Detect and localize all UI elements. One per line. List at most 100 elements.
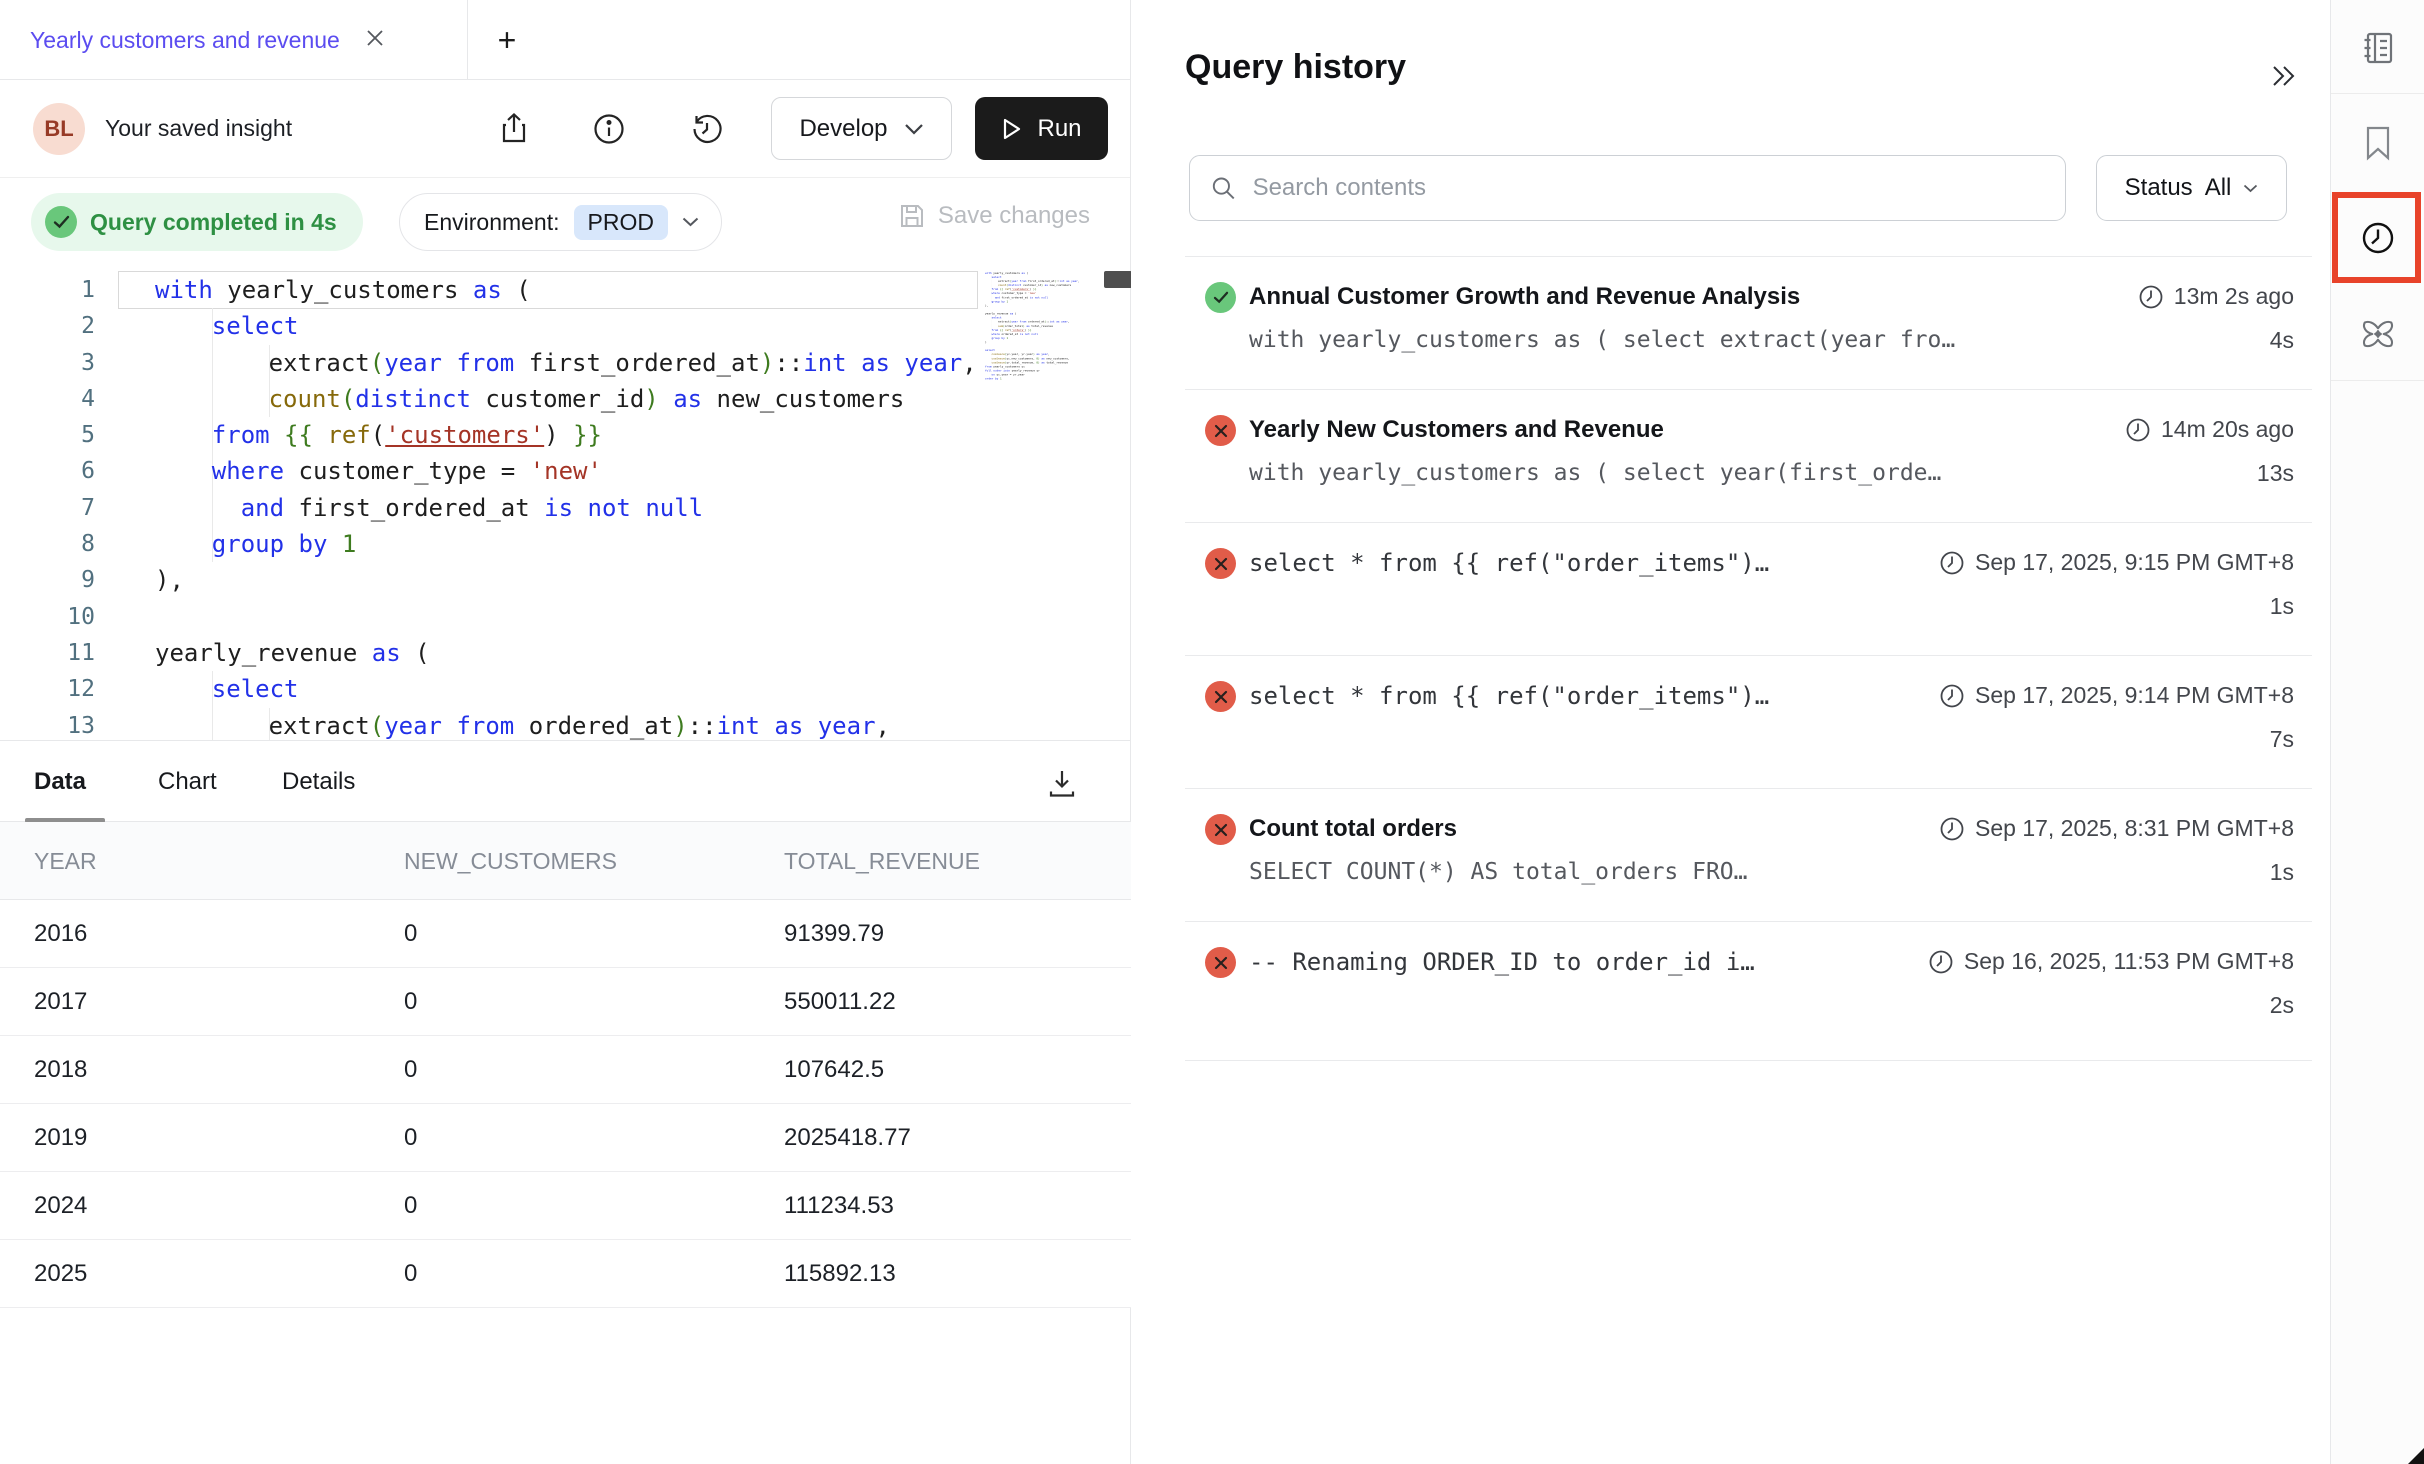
editor-scrollbar-thumb[interactable] <box>1104 271 1131 288</box>
table-cell: 0 <box>404 988 417 1016</box>
query-history-rail-icon[interactable] <box>2359 219 2397 257</box>
code-line: and first_ordered_at is not null <box>155 490 980 526</box>
history-item-duration: 2s <box>2270 992 2294 1019</box>
line-number: 5 <box>0 417 95 453</box>
table-cell: 2025418.77 <box>784 1124 911 1152</box>
table-cell: 2025 <box>34 1260 87 1288</box>
table-cell: 115892.13 <box>784 1260 896 1288</box>
notebook-icon[interactable] <box>2359 29 2397 67</box>
clock-icon <box>1939 683 1965 709</box>
code-area: with yearly_customers as ( select extrac… <box>155 272 980 740</box>
table-cell: 91399.79 <box>784 920 884 948</box>
environment-value-badge: PROD <box>574 205 668 240</box>
new-tab-button[interactable]: + <box>487 20 527 60</box>
history-item-title: select * from {{ ref("order_items")… <box>1249 682 1769 710</box>
info-button[interactable] <box>590 110 628 148</box>
table-cell: 0 <box>404 1124 417 1152</box>
table-cell: 111234.53 <box>784 1192 894 1220</box>
environment-label: Environment: <box>424 209 560 236</box>
line-number: 8 <box>0 526 95 562</box>
history-item[interactable]: select * from {{ ref("order_items")… Sep… <box>1132 522 2312 655</box>
insight-title: Your saved insight <box>105 115 292 142</box>
editor-minimap[interactable]: with yearly_customers as ( select extrac… <box>985 271 1103 736</box>
share-icon <box>497 112 531 146</box>
column-header: NEW_CUSTOMERS <box>404 848 617 875</box>
table-cell: 0 <box>404 1260 417 1288</box>
chevron-down-icon <box>904 123 924 135</box>
line-number: 9 <box>0 562 95 598</box>
history-item-duration: 13s <box>2257 460 2294 487</box>
history-item[interactable]: -- Renaming ORDER_ID to order_id i… Sep … <box>1132 921 2312 1054</box>
history-item-duration: 1s <box>2270 593 2294 620</box>
status-icon <box>1205 814 1236 845</box>
history-item-timestamp: Sep 17, 2025, 8:31 PM GMT+8 <box>1939 815 2294 842</box>
develop-button[interactable]: Develop <box>771 97 952 160</box>
bookmark-icon[interactable] <box>2359 124 2397 162</box>
search-icon <box>1210 174 1237 202</box>
history-item-duration: 7s <box>2270 726 2294 753</box>
column-header: TOTAL_REVENUE <box>784 848 980 875</box>
line-number: 7 <box>0 490 95 526</box>
history-item-title: Yearly New Customers and Revenue <box>1249 416 1664 444</box>
code-line: ), <box>155 562 980 598</box>
save-changes-button[interactable]: Save changes <box>898 202 1090 230</box>
history-item[interactable]: Count total orders Sep 17, 2025, 8:31 PM… <box>1132 788 2312 921</box>
code-line: select <box>155 671 980 707</box>
download-results-button[interactable] <box>1042 763 1082 803</box>
results-tab-chart[interactable]: Chart <box>158 741 217 822</box>
code-line: extract(year from ordered_at)::int as ye… <box>155 708 980 740</box>
code-line: where customer_type = 'new' <box>155 453 980 489</box>
table-row: 2019 0 2025418.77 <box>0 1104 1131 1172</box>
chevron-down-icon <box>2243 184 2258 193</box>
history-search[interactable] <box>1189 155 2066 221</box>
table-cell: 2018 <box>34 1056 87 1084</box>
code-line: group by 1 <box>155 526 980 562</box>
tab-divider <box>467 0 468 80</box>
collapse-panel-button[interactable] <box>2262 56 2302 96</box>
resize-grip[interactable] <box>2408 1448 2424 1464</box>
status-icon <box>1205 415 1236 446</box>
history-item-title: Count total orders <box>1249 815 1457 843</box>
history-item-duration: 1s <box>2270 859 2294 886</box>
history-icon <box>690 112 724 146</box>
history-item-snippet: with yearly_customers as ( select extrac… <box>1249 327 1955 353</box>
environment-selector[interactable]: Environment: PROD <box>399 193 722 251</box>
results-tab-details[interactable]: Details <box>282 741 355 822</box>
code-line: extract(year from first_ordered_at)::int… <box>155 345 980 381</box>
query-status-text: Query completed in 4s <box>90 209 337 236</box>
run-button[interactable]: Run <box>975 97 1108 160</box>
explore-icon[interactable] <box>2359 315 2397 353</box>
status-icon <box>1205 681 1236 712</box>
sql-code-editor[interactable]: 1234567891011121314151617181920212223242… <box>0 268 1131 740</box>
tab-bar: Yearly customers and revenue + <box>0 0 1130 80</box>
query-history-title: Query history <box>1185 48 1406 87</box>
search-input[interactable] <box>1253 174 2045 202</box>
tab-yearly-customers-and-revenue[interactable]: Yearly customers and revenue <box>0 0 467 80</box>
history-item[interactable]: Yearly New Customers and Revenue 14m 20s… <box>1132 389 2312 522</box>
app-window: Yearly customers and revenue + BL Your s… <box>0 0 2424 1464</box>
info-icon <box>592 112 626 146</box>
double-chevron-right-icon <box>2267 63 2297 89</box>
version-history-button[interactable] <box>688 110 726 148</box>
table-cell: 2019 <box>34 1124 87 1152</box>
code-line: from {{ ref('customers') }} <box>155 417 980 453</box>
code-line: count(distinct customer_id) as new_custo… <box>155 381 980 417</box>
table-cell: 2017 <box>34 988 87 1016</box>
clock-icon <box>1939 816 1965 842</box>
line-number: 13 <box>0 708 95 740</box>
results-tab-data[interactable]: Data <box>34 741 86 822</box>
results-tab-bar: Data Chart Details <box>0 740 1131 822</box>
status-filter-dropdown[interactable]: Status All <box>2096 155 2287 221</box>
close-tab-icon[interactable] <box>360 23 390 58</box>
query-status-badge: Query completed in 4s <box>31 193 363 251</box>
history-item[interactable]: Annual Customer Growth and Revenue Analy… <box>1132 256 2312 389</box>
save-icon <box>898 202 926 230</box>
tab-label: Yearly customers and revenue <box>30 27 340 54</box>
table-row: 2016091399.79 <box>0 900 1131 968</box>
history-item[interactable]: select * from {{ ref("order_items")… Sep… <box>1132 655 2312 788</box>
status-icon <box>1205 548 1236 579</box>
history-item-snippet: with yearly_customers as ( select year(f… <box>1249 460 1941 486</box>
clock-icon <box>1928 949 1954 975</box>
query-editor-panel: Yearly customers and revenue + BL Your s… <box>0 0 1131 1464</box>
share-button[interactable] <box>495 110 533 148</box>
